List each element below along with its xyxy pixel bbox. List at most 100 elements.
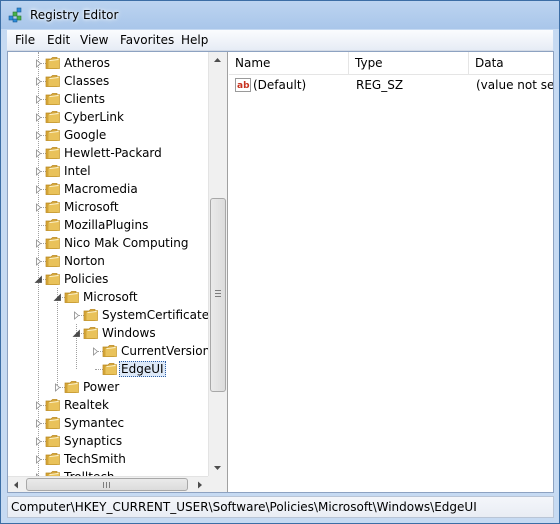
tree-item[interactable]: Atheros bbox=[8, 54, 208, 72]
tree-item[interactable]: Intel bbox=[8, 162, 208, 180]
values-list-pane[interactable]: Name Type Data ab (Default) REG_SZ (valu… bbox=[229, 52, 553, 492]
tree-item-label: Symantec bbox=[64, 416, 125, 430]
registry-tree-pane[interactable]: Atheros Classes Clients CyberLink Google Hewl… bbox=[8, 52, 228, 492]
tree-item[interactable]: SystemCertificates bbox=[8, 306, 208, 324]
tree-item[interactable]: Windows bbox=[8, 324, 208, 342]
tree-item[interactable]: EdgeUI bbox=[8, 360, 208, 378]
folder-icon bbox=[45, 129, 60, 141]
tree-item[interactable]: Microsoft bbox=[8, 198, 208, 216]
folder-icon bbox=[102, 345, 117, 357]
menu-bar: File Edit View Favorites Help bbox=[7, 30, 553, 51]
tree-item[interactable]: Microsoft bbox=[8, 288, 208, 306]
tree-item-label: Atheros bbox=[64, 56, 110, 70]
tree-item[interactable]: Policies bbox=[8, 270, 208, 288]
tree-item-label: Microsoft bbox=[64, 200, 119, 214]
expand-arrow-icon[interactable] bbox=[34, 185, 43, 194]
scroll-up-arrow-icon[interactable] bbox=[209, 52, 226, 69]
tree-vertical-scrollbar[interactable] bbox=[208, 52, 227, 476]
folder-icon bbox=[45, 255, 60, 267]
folder-icon bbox=[45, 237, 60, 249]
scroll-left-arrow-icon[interactable] bbox=[8, 477, 25, 492]
tree-item[interactable]: Symantec bbox=[8, 414, 208, 432]
status-bar: Computer\HKEY_CURRENT_USER\Software\Poli… bbox=[7, 496, 554, 518]
collapse-arrow-icon[interactable] bbox=[72, 329, 81, 338]
expand-arrow-icon[interactable] bbox=[72, 311, 81, 320]
expand-arrow-icon[interactable] bbox=[34, 95, 43, 104]
tree-horizontal-scrollbar[interactable] bbox=[8, 476, 208, 492]
menu-edit[interactable]: Edit bbox=[47, 33, 70, 47]
expand-arrow-icon[interactable] bbox=[34, 257, 43, 266]
tree-item-label: Google bbox=[64, 128, 107, 142]
expand-arrow-icon[interactable] bbox=[34, 149, 43, 158]
tree-item-label: Classes bbox=[64, 74, 110, 88]
expand-arrow-icon[interactable] bbox=[34, 113, 43, 122]
svg-text:ab: ab bbox=[237, 81, 250, 91]
tree-item[interactable]: Norton bbox=[8, 252, 208, 270]
tree-item[interactable]: Synaptics bbox=[8, 432, 208, 450]
expand-arrow-icon[interactable] bbox=[34, 455, 43, 464]
tree-item-label: EdgeUI bbox=[119, 361, 166, 377]
expand-arrow-icon[interactable] bbox=[34, 77, 43, 86]
tree-item[interactable]: Clients bbox=[8, 90, 208, 108]
tree-item[interactable]: Nico Mak Computing bbox=[8, 234, 208, 252]
tree-item[interactable]: Power bbox=[8, 378, 208, 396]
tree-item-label: Norton bbox=[64, 254, 105, 268]
menu-view[interactable]: View bbox=[80, 33, 108, 47]
value-type: REG_SZ bbox=[356, 78, 404, 92]
expand-arrow-icon[interactable] bbox=[34, 437, 43, 446]
editor-content: Atheros Classes Clients CyberLink Google Hewl… bbox=[7, 51, 554, 493]
expand-arrow-icon[interactable] bbox=[34, 131, 43, 140]
expand-arrow-icon[interactable] bbox=[91, 347, 100, 356]
expand-arrow-icon[interactable] bbox=[34, 203, 43, 212]
tree-item-label: Macromedia bbox=[64, 182, 138, 196]
expand-arrow-icon[interactable] bbox=[34, 239, 43, 248]
expand-arrow-icon[interactable] bbox=[34, 59, 43, 68]
tree-item[interactable]: MozillaPlugins bbox=[8, 216, 208, 234]
scroll-down-arrow-icon[interactable] bbox=[209, 459, 226, 476]
list-row[interactable]: ab (Default) REG_SZ (value not set) bbox=[229, 76, 553, 94]
tree-item-label: Synaptics bbox=[64, 434, 123, 448]
column-header-data[interactable]: Data bbox=[469, 52, 553, 74]
tree-item[interactable]: Trolltech bbox=[8, 468, 208, 476]
collapse-arrow-icon[interactable] bbox=[34, 275, 43, 284]
folder-icon bbox=[83, 309, 98, 321]
tree-item[interactable]: Classes bbox=[8, 72, 208, 90]
tree-item[interactable]: CyberLink bbox=[8, 108, 208, 126]
thumb-grip bbox=[109, 482, 110, 488]
collapse-arrow-icon[interactable] bbox=[53, 293, 62, 302]
tree-item[interactable]: CurrentVersion bbox=[8, 342, 208, 360]
registry-key-path: Computer\HKEY_CURRENT_USER\Software\Poli… bbox=[11, 500, 477, 514]
tree-item-label: Hewlett-Packard bbox=[64, 146, 162, 160]
title-bar[interactable]: Registry Editor bbox=[1, 1, 559, 30]
expand-arrow-icon[interactable] bbox=[34, 401, 43, 410]
expand-arrow-icon[interactable] bbox=[53, 383, 62, 392]
tree-horizontal-scroll-thumb[interactable] bbox=[26, 478, 188, 491]
tree-item[interactable]: Hewlett-Packard bbox=[8, 144, 208, 162]
menu-favorites[interactable]: Favorites bbox=[120, 33, 174, 47]
folder-icon bbox=[83, 327, 98, 339]
thumb-grip bbox=[103, 482, 104, 488]
tree-item[interactable]: TechSmith bbox=[8, 450, 208, 468]
window-title: Registry Editor bbox=[30, 8, 119, 22]
column-header-type[interactable]: Type bbox=[349, 52, 469, 74]
folder-icon bbox=[45, 417, 60, 429]
expand-arrow-icon[interactable] bbox=[34, 419, 43, 428]
column-header-name[interactable]: Name bbox=[229, 52, 349, 74]
tree-item[interactable]: Google bbox=[8, 126, 208, 144]
scrollbar-corner bbox=[208, 476, 227, 492]
menu-help[interactable]: Help bbox=[181, 33, 208, 47]
folder-icon bbox=[45, 75, 60, 87]
scroll-right-arrow-icon[interactable] bbox=[191, 477, 208, 492]
tree-item-label: Nico Mak Computing bbox=[64, 236, 189, 250]
menu-file[interactable]: File bbox=[15, 33, 35, 47]
tree-vertical-scroll-thumb[interactable] bbox=[210, 198, 226, 392]
expand-arrow-icon[interactable] bbox=[34, 167, 43, 176]
tree-item-label: SystemCertificates bbox=[102, 308, 208, 322]
folder-icon bbox=[45, 453, 60, 465]
tree-item[interactable]: Macromedia bbox=[8, 180, 208, 198]
tree-item-label: Microsoft bbox=[83, 290, 138, 304]
folder-icon bbox=[45, 147, 60, 159]
folder-icon bbox=[45, 435, 60, 447]
tree-item[interactable]: Realtek bbox=[8, 396, 208, 414]
tree-item-label: Clients bbox=[64, 92, 105, 106]
